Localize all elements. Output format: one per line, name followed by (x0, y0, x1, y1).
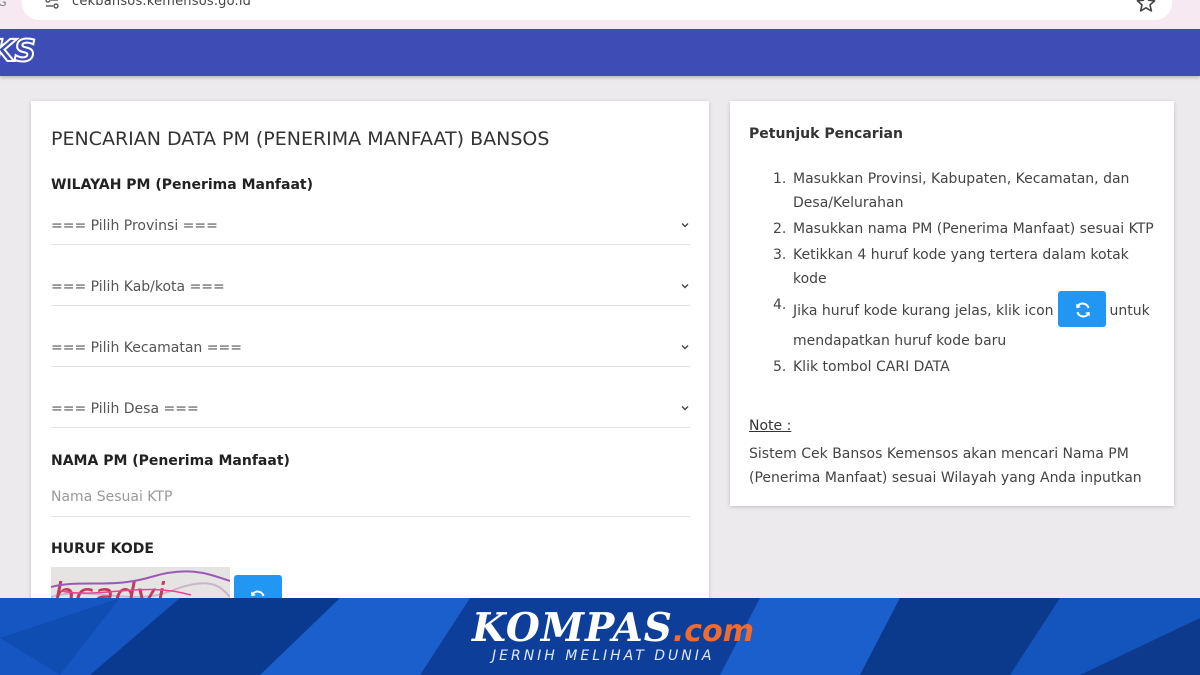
district-select-value: === Pilih Kecamatan === (51, 340, 242, 356)
district-select[interactable]: === Pilih Kecamatan === (51, 327, 690, 367)
help-card: Petunjuk Pencarian 1. Masukkan Provinsi, … (730, 101, 1174, 506)
village-select[interactable]: === Pilih Desa === (51, 388, 690, 428)
village-select-value: === Pilih Desa === (51, 401, 199, 417)
chevron-down-icon (681, 406, 689, 411)
chevron-down-icon (681, 345, 689, 350)
region-label: WILAYAH PM (Penerima Manfaat) (51, 177, 314, 193)
form-title: PENCARIAN DATA PM (PENERIMA MANFAAT) BAN… (51, 128, 550, 150)
help-title: Petunjuk Pencarian (749, 126, 903, 142)
help-step: 5. Klik tombol CARI DATA (773, 359, 950, 375)
url-text[interactable]: cekbansos.kemensos.go.id (72, 0, 251, 9)
kompas-banner: KOMPAS.com JERNIH MELIHAT DUNIA (0, 598, 1200, 675)
help-step: 1. Masukkan Provinsi, Kabupaten, Kecamata… (773, 171, 1130, 211)
site-info-icon[interactable] (44, 0, 60, 11)
province-select[interactable]: === Pilih Provinsi === (51, 205, 690, 245)
site-header: KS (0, 29, 1200, 76)
province-select-value: === Pilih Provinsi === (51, 218, 218, 234)
help-steps: 1. Masukkan Provinsi, Kabupaten, Kecamata… (773, 167, 1158, 381)
inline-refresh-button[interactable] (1057, 291, 1106, 327)
code-label: HURUF KODE (51, 541, 154, 557)
chevron-down-icon (681, 284, 689, 289)
regency-select[interactable]: === Pilih Kab/kota === (51, 266, 690, 306)
regency-select-value: === Pilih Kab/kota === (51, 279, 225, 295)
browser-toolbar: G cekbansos.kemensos.go.id (0, 0, 1200, 29)
refresh-icon (1075, 302, 1090, 318)
help-step: 2. Masukkan nama PM (Penerima Manfaat) se… (773, 221, 1154, 237)
reload-icon[interactable]: G (0, 0, 7, 9)
site-logo[interactable]: KS (0, 33, 37, 70)
help-step: 4. Jika huruf kode kurang jelas, klik ico… (773, 291, 1158, 353)
name-input[interactable] (51, 479, 690, 515)
note-label: Note : (749, 418, 792, 434)
search-form-card: PENCARIAN DATA PM (PENERIMA MANFAAT) BAN… (31, 101, 709, 621)
note-text: Sistem Cek Bansos Kemensos akan mencari … (749, 446, 1142, 486)
kompas-tagline: JERNIH MELIHAT DUNIA (492, 648, 715, 664)
kompas-logo[interactable]: KOMPAS.com (472, 605, 754, 651)
name-label: NAMA PM (Penerima Manfaat) (51, 453, 290, 469)
chevron-down-icon (681, 223, 689, 228)
bookmark-star-icon[interactable] (1136, 0, 1156, 13)
name-field-wrapper (51, 479, 690, 517)
help-step: 3. Ketikkan 4 huruf kode yang tertera dal… (773, 247, 1129, 287)
